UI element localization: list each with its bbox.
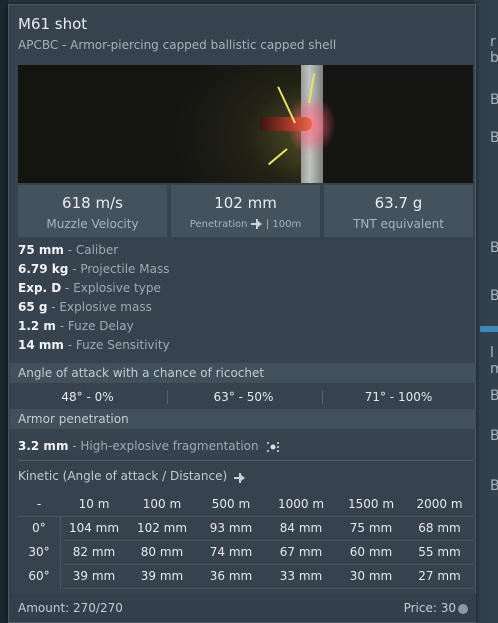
key-stats: 618 m/s Muzzle Velocity 102 mm Penetrati…: [18, 185, 473, 237]
background-left-strip: [0, 0, 8, 623]
table-row: 0° 104 mm 102 mm 93 mm 84 mm 75 mm 68 mm: [18, 517, 473, 541]
tnt-equivalent-stat: 63.7 g TNT equivalent: [324, 185, 473, 237]
penetration-icon: [233, 472, 246, 483]
stat-value: 63.7 g: [374, 194, 423, 212]
ricochet-value: 48° - 0%: [61, 390, 114, 404]
table-cell: 27 mm: [418, 569, 461, 583]
stat-label: Penetration | 100m: [171, 219, 320, 230]
table-cell: 55 mm: [418, 545, 461, 559]
ammo-price: Price: 30: [404, 601, 468, 615]
bg-label: B: [490, 130, 498, 146]
table-cell: 60 mm: [349, 545, 393, 559]
penetration-label: Penetration: [189, 219, 248, 230]
armor-penetration-heading: Armor penetration: [10, 409, 476, 429]
table-cell: 36 mm: [209, 569, 253, 583]
ricochet-values: 48° - 0% 63° - 50% 71° - 100%: [10, 386, 476, 408]
table-cell: 75 mm: [349, 521, 393, 535]
fuze-delay-prop: 1.2 m - Fuze Delay: [18, 319, 134, 333]
table-cell: 67 mm: [279, 545, 323, 559]
angle-cell: 60°: [28, 569, 50, 583]
fragmentation-icon: [266, 441, 280, 453]
bg-label: B: [490, 288, 498, 304]
table-cell: 68 mm: [418, 521, 461, 535]
table-cell: 39 mm: [140, 569, 184, 583]
bg-label: B: [490, 388, 498, 404]
angle-cell: 0°: [32, 521, 46, 535]
table-cell: 93 mm: [209, 521, 253, 535]
bg-label: l m: [490, 345, 498, 377]
bg-label: r b: [490, 34, 498, 66]
bg-label: B: [490, 240, 498, 256]
shell-title: M61 shot: [18, 15, 88, 33]
stat-value: 618 m/s: [62, 194, 123, 212]
table-cell: 80 mm: [140, 545, 184, 559]
ricochet-value: 63° - 50%: [213, 390, 274, 404]
stat-label: Muzzle Velocity: [46, 217, 139, 231]
table-corner: -: [36, 497, 42, 511]
table-cell: 74 mm: [209, 545, 253, 559]
table-cell: 82 mm: [72, 545, 116, 559]
penetration-distance: | 100m: [265, 219, 302, 230]
projectile-mass-prop: 6.79 kg - Projectile Mass: [18, 262, 170, 276]
background-right-panel: r b B B B B l m B B B: [474, 0, 498, 623]
column-header: 500 m: [211, 497, 251, 511]
bg-label: B: [490, 428, 498, 444]
fuze-sensitivity-prop: 14 mm - Fuze Sensitivity: [18, 338, 170, 352]
explosive-mass-prop: 65 g - Explosive mass: [18, 300, 152, 314]
bg-label: B: [490, 478, 498, 494]
table-row: 30° 82 mm 80 mm 74 mm 67 mm 60 mm 55 mm: [18, 541, 473, 565]
table-cell: 104 mm: [68, 521, 120, 535]
shell-subtitle: APCBC - Armor-piercing capped ballistic …: [18, 38, 337, 52]
ricochet-value: 71° - 100%: [364, 390, 433, 404]
column-header: 1500 m: [347, 497, 395, 511]
table-cell: 39 mm: [72, 569, 116, 583]
he-fragmentation-row: 3.2 mm - High-explosive fragmentation: [18, 439, 280, 453]
penetration-stat: 102 mm Penetration | 100m: [171, 185, 320, 237]
bg-accent-bar: [480, 326, 498, 332]
angle-cell: 30°: [28, 545, 50, 559]
table-cell: 84 mm: [279, 521, 323, 535]
explosive-type-prop: Exp. D - Explosive type: [18, 281, 161, 295]
shell-projectile: [260, 117, 312, 131]
penetration-icon: [250, 219, 263, 229]
ammo-amount: Amount: 270/270: [18, 601, 123, 615]
table-cell: 33 mm: [279, 569, 323, 583]
column-header: 10 m: [78, 497, 110, 511]
column-header: 100 m: [142, 497, 182, 511]
ammo-tooltip: M61 shot APCBC - Armor-piercing capped b…: [8, 4, 476, 623]
table-header-row: - 10 m 100 m 500 m 1000 m 1500 m 2000 m: [18, 493, 473, 517]
caliber-prop: 75 mm - Caliber: [18, 243, 119, 257]
divider: [18, 460, 473, 461]
stat-label: TNT equivalent: [353, 217, 444, 231]
column-header: 2000 m: [416, 497, 463, 511]
penetration-animation: [18, 65, 473, 183]
table-cell: 102 mm: [136, 521, 188, 535]
kinetic-heading: Kinetic (Angle of attack / Distance): [18, 469, 246, 483]
silver-lion-icon: [458, 603, 468, 614]
bg-label: B: [490, 92, 498, 108]
tooltip-footer: Amount: 270/270 Price: 30: [10, 594, 476, 622]
muzzle-velocity-stat: 618 m/s Muzzle Velocity: [18, 185, 167, 237]
table-cell: 30 mm: [349, 569, 393, 583]
table-row: 60° 39 mm 39 mm 36 mm 33 mm 30 mm 27 mm: [18, 565, 473, 589]
ricochet-heading: Angle of attack with a chance of ricoche…: [10, 363, 476, 383]
column-header: 1000 m: [277, 497, 325, 511]
stat-value: 102 mm: [214, 194, 277, 212]
